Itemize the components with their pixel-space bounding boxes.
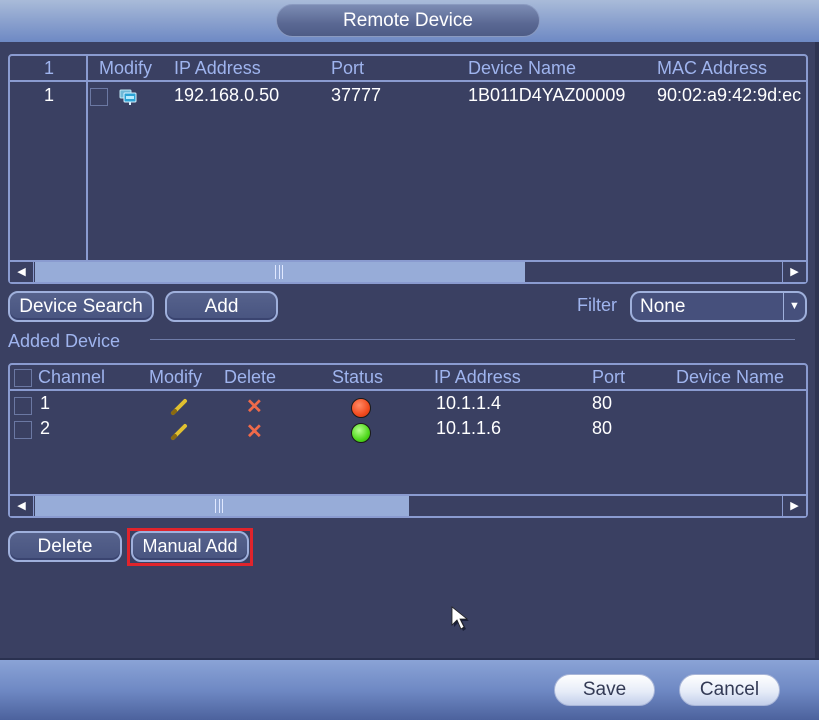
column-header-delete[interactable]: Delete [224,367,276,388]
added-device-title: Added Device [8,331,121,351]
delete-x-icon[interactable]: ✕ [246,422,263,442]
filter-label: Filter [577,295,617,315]
section-divider [150,339,795,340]
status-indicator-offline [351,398,371,418]
row-checkbox[interactable] [90,88,108,106]
filter-select[interactable]: None ▼ [630,291,807,322]
row-ip-address: 10.1.1.4 [436,393,502,413]
row-checkbox[interactable] [14,421,32,439]
save-button[interactable]: Save [554,674,655,706]
scroll-left-icon[interactable]: ◀ [10,262,34,282]
row-channel: 1 [40,393,51,413]
scrollbar-thumb[interactable] [35,262,525,282]
added-devices-table: Channel Modify Delete Status IP Address … [8,363,808,518]
pencil-icon[interactable] [170,398,188,416]
main-panel: 1 Modify IP Address Port Device Name MAC… [0,42,819,658]
column-header-channel[interactable]: Channel [38,367,105,388]
monitor-icon[interactable] [119,89,137,107]
horizontal-scrollbar[interactable]: ◀ ▶ [10,494,806,516]
table-row[interactable]: 2 ✕ 10.1.1.6 80 [10,418,806,443]
pencil-icon[interactable] [170,423,188,441]
manual-add-highlight [127,528,253,566]
row-mac-address: 90:02:a9:42:9d:ec [657,85,802,105]
cancel-button[interactable]: Cancel [679,674,780,706]
footer-bar: Save Cancel [0,658,819,720]
scroll-left-icon[interactable]: ◀ [10,496,34,516]
filter-value: None [640,296,686,317]
grip-icon [215,499,223,513]
row-channel: 2 [40,418,51,438]
column-header-mac-address[interactable]: MAC Address [657,58,767,79]
column-header-port[interactable]: Port [331,58,364,79]
column-header-ip-address[interactable]: IP Address [434,367,521,388]
row-ip-address: 192.168.0.50 [174,85,280,105]
column-header-status[interactable]: Status [332,367,383,388]
table-header: Channel Modify Delete Status IP Address … [10,365,806,391]
row-index: 1 [44,85,55,105]
row-port: 80 [592,393,613,413]
scrollbar-thumb[interactable] [35,496,409,516]
column-header-modify[interactable]: Modify [149,367,202,388]
row-device-name: 1B011D4YAZ00009 [468,85,626,105]
search-results-table: 1 Modify IP Address Port Device Name MAC… [8,54,808,284]
mouse-cursor-icon [451,606,469,631]
column-header-ip-address[interactable]: IP Address [174,58,261,79]
row-port: 37777 [331,85,382,105]
row-checkbox[interactable] [14,397,32,415]
title-bar: Remote Device [0,0,819,42]
table-row[interactable]: 1 192.168.0.50 37777 1B011D4YAZ00009 90:… [10,84,806,108]
status-indicator-online [351,423,371,443]
chevron-down-icon[interactable]: ▼ [783,293,805,320]
add-button[interactable]: Add [165,291,278,322]
table-header: 1 Modify IP Address Port Device Name MAC… [10,56,806,82]
scroll-right-icon[interactable]: ▶ [782,496,806,516]
window-title: Remote Device [276,4,540,37]
row-port: 80 [592,418,613,438]
table-row[interactable]: 1 ✕ 10.1.1.4 80 [10,393,806,418]
column-header-port[interactable]: Port [592,367,625,388]
delete-x-icon[interactable]: ✕ [246,397,263,417]
row-ip-address: 10.1.1.6 [436,418,502,438]
column-header-index[interactable]: 1 [44,58,54,79]
scroll-right-icon[interactable]: ▶ [782,262,806,282]
grip-icon [275,265,283,279]
column-header-device-name[interactable]: Device Name [468,58,576,79]
column-header-modify[interactable]: Modify [99,58,152,79]
delete-button[interactable]: Delete [8,531,122,562]
device-search-button[interactable]: Device Search [8,291,154,322]
column-header-device-name[interactable]: Device Name [676,367,784,388]
horizontal-scrollbar[interactable]: ◀ ▶ [10,260,806,282]
select-all-checkbox[interactable] [14,369,32,387]
